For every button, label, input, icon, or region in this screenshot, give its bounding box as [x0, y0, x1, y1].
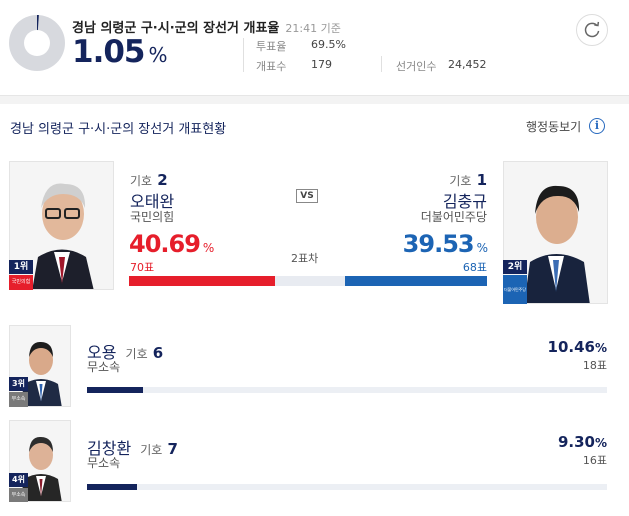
top-race-bar-left — [129, 276, 275, 286]
header-time: 21:41 기준 — [285, 22, 341, 35]
section-divider — [0, 95, 629, 104]
candidate-party-kimch: 무소속 — [87, 456, 121, 470]
top-race-bar — [129, 276, 487, 286]
vs-badge: VS — [296, 189, 318, 203]
number-label: 기호 — [125, 347, 148, 361]
candidate-number-oh: 기호 2 — [130, 170, 168, 189]
candidate-pct-kim: 39.53% — [402, 230, 488, 258]
header-divider — [243, 38, 244, 72]
rank-badge-oyong: 3위 — [9, 377, 28, 391]
number-value: 7 — [167, 440, 178, 458]
party-badge-oyong: 무소속 — [9, 392, 28, 407]
pct-sign: % — [476, 241, 488, 255]
count-rate-pie-chart — [9, 15, 65, 71]
vote-difference: 2표차 — [291, 252, 319, 265]
number-label: 기호 — [449, 174, 472, 188]
number-value: 6 — [152, 344, 164, 362]
info-icon[interactable]: i — [589, 118, 605, 134]
candidate-bar-fill — [87, 387, 143, 393]
electorate-label: 선거인수 — [396, 60, 437, 73]
top-race-bar-remaining — [275, 276, 345, 286]
candidate-bar-kimch — [87, 484, 607, 490]
pct-sign: % — [594, 436, 607, 450]
ballots-value: 179 — [311, 58, 332, 71]
count-rate-unit: % — [148, 43, 168, 67]
pie-hole — [24, 30, 50, 56]
number-label: 기호 — [140, 443, 163, 457]
rank-badge-kimch: 4위 — [9, 473, 28, 487]
candidate-bar-fill — [87, 484, 137, 490]
count-rate: 1.05% — [72, 34, 168, 70]
candidate-votes-kim: 68표 — [462, 261, 487, 274]
electorate-value: 24,452 — [448, 58, 487, 71]
candidate-pct-oh: 40.69% — [129, 230, 214, 258]
ballots-label: 개표수 — [256, 60, 287, 73]
district-view-link[interactable]: 행정동보기 — [526, 118, 581, 135]
candidate-party-oyong: 무소속 — [87, 360, 121, 374]
candidate-votes-kimch: 16표 — [582, 454, 607, 467]
pct-value: 10.46 — [547, 338, 595, 356]
candidate-pct-oyong: 10.46% — [548, 337, 607, 356]
candidate-bar-oyong — [87, 387, 607, 393]
party-badge-kim: 더불어민주당 — [503, 275, 527, 304]
pct-value: 39.53 — [402, 230, 475, 258]
pct-value: 9.30 — [557, 433, 595, 451]
pct-value: 40.69 — [129, 230, 201, 258]
number-label: 기호 — [130, 174, 153, 188]
candidate-party-oh: 국민의힘 — [130, 210, 175, 224]
candidate-number-kim: 기호 1 — [449, 170, 487, 189]
turnout-value: 69.5% — [311, 38, 346, 51]
count-rate-value: 1.05 — [72, 34, 145, 70]
candidate-votes-oyong: 18표 — [582, 359, 607, 372]
rank-badge-kim: 2위 — [503, 260, 527, 274]
party-badge-oh: 국민의힘 — [9, 275, 33, 290]
number-value: 2 — [157, 171, 168, 189]
refresh-icon — [584, 21, 600, 38]
top-race-bar-right — [345, 276, 487, 286]
refresh-button[interactable] — [576, 14, 608, 46]
rank-badge-oh: 1위 — [9, 260, 33, 274]
turnout-label: 투표율 — [256, 40, 287, 53]
candidate-party-kim: 더불어민주당 — [420, 210, 487, 224]
pct-sign: % — [202, 241, 214, 255]
number-value: 1 — [476, 171, 487, 189]
candidate-votes-oh: 70표 — [130, 261, 155, 274]
party-badge-kimch: 무소속 — [9, 488, 28, 502]
section-title: 경남 의령군 구·시·군의 장선거 개표현황 — [10, 122, 227, 137]
pct-sign: % — [594, 341, 607, 355]
header-divider-2 — [381, 56, 382, 72]
candidate-pct-kimch: 9.30% — [558, 432, 607, 451]
